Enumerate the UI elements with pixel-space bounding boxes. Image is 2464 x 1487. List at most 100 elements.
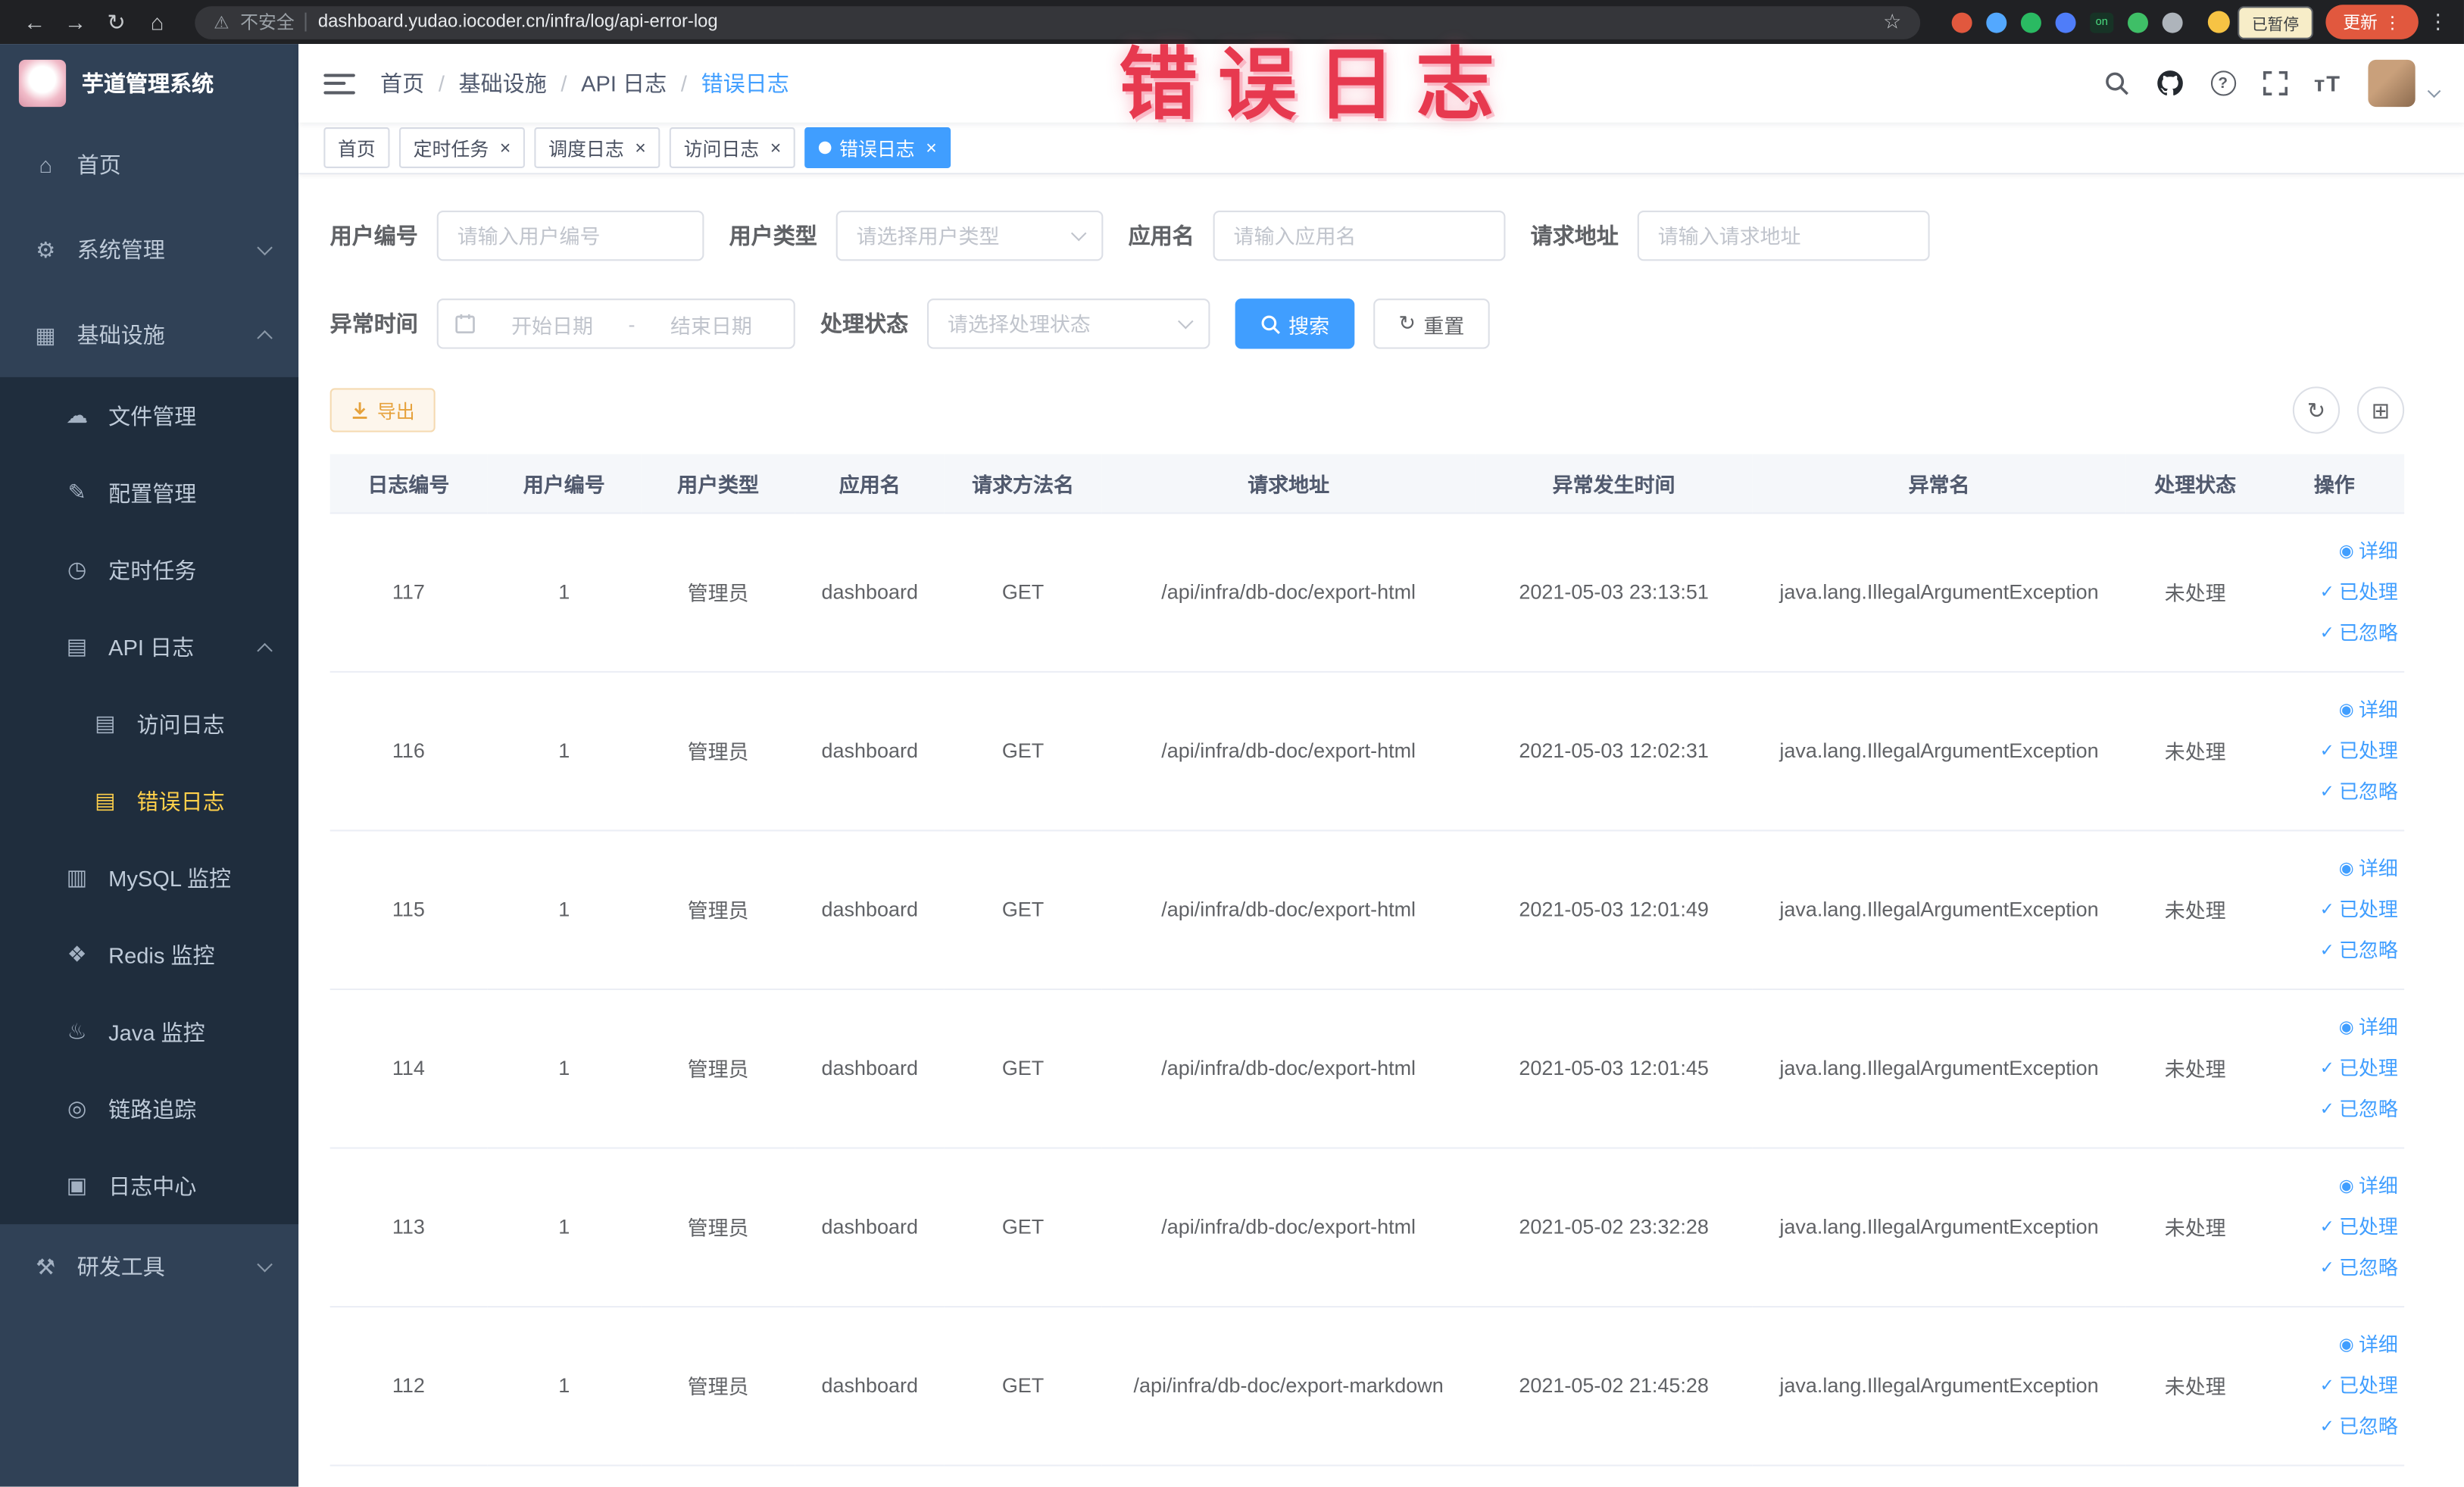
github-icon[interactable] <box>2155 69 2183 97</box>
sidebar-item-home[interactable]: ⌂ 首页 <box>0 123 298 208</box>
help-icon[interactable]: ? <box>2210 70 2236 96</box>
tab-home[interactable]: 首页 <box>323 127 390 168</box>
browser-update-button[interactable]: 更新 ⋮ <box>2325 5 2419 39</box>
cell-app-name: dashboard <box>795 512 945 672</box>
search-icon[interactable] <box>2103 70 2128 95</box>
ignored-link[interactable]: ✓ 已忽略 <box>2264 1406 2398 1447</box>
tab-schedule-log[interactable]: 调度日志 × <box>534 127 661 168</box>
search-button[interactable]: 搜索 <box>1235 298 1355 349</box>
processed-link[interactable]: ✓ 已处理 <box>2264 1206 2398 1247</box>
sidebar-item-label: 日志中心 <box>108 1173 197 1198</box>
extension-icon-2[interactable] <box>1986 11 2007 33</box>
sidebar-item-tracing[interactable]: ◎ 链路追踪 <box>0 1070 298 1148</box>
sidebar-item-system[interactable]: ⚙ 系统管理 <box>0 208 298 292</box>
tab-error-log[interactable]: 错误日志 × <box>804 127 951 168</box>
breadcrumb-home[interactable]: 首页 <box>380 67 424 98</box>
sidebar-item-error-log[interactable]: ▤ 错误日志 <box>0 762 298 839</box>
sidebar-item-config-manage[interactable]: ✎ 配置管理 <box>0 455 298 532</box>
home-icon[interactable]: ⌂ <box>139 5 176 39</box>
ignored-link[interactable]: ✓ 已忽略 <box>2264 929 2398 970</box>
reload-icon[interactable]: ↻ <box>98 5 136 39</box>
eye-icon: ◉ <box>2338 1176 2354 1195</box>
url-text[interactable]: dashboard.yudao.iocoder.cn/infra/log/api… <box>318 13 718 32</box>
breadcrumb-infra[interactable]: 基础设施 <box>459 67 547 98</box>
processed-link[interactable]: ✓ 已处理 <box>2264 889 2398 929</box>
tab-access-log[interactable]: 访问日志 × <box>669 127 795 168</box>
processed-link[interactable]: ✓ 已处理 <box>2264 730 2398 771</box>
sidebar-item-api-log[interactable]: ▤ API 日志 <box>0 608 298 686</box>
hamburger-icon[interactable] <box>323 67 355 98</box>
table-row: 116 1 管理员 dashboard GET /api/infra/db-do… <box>329 670 2405 831</box>
back-icon[interactable]: ← <box>16 5 54 39</box>
column-visibility-button[interactable]: ⊞ <box>2356 386 2405 434</box>
bookmark-star-icon[interactable]: ☆ <box>1883 9 1901 34</box>
detail-link[interactable]: ◉ 详细 <box>2264 848 2398 889</box>
extension-icon-1[interactable] <box>1951 11 1972 33</box>
search-label: 搜索 <box>1288 313 1330 338</box>
sidebar-item-file-manage[interactable]: ☁ 文件管理 <box>0 377 298 455</box>
export-button[interactable]: 导出 <box>329 388 436 433</box>
sidebar-item-label: 配置管理 <box>108 480 197 505</box>
ignored-link[interactable]: ✓ 已忽略 <box>2264 1247 2398 1288</box>
close-icon[interactable]: × <box>635 139 646 158</box>
extension-icon-5[interactable] <box>2128 11 2148 33</box>
eye-icon: ◉ <box>2338 1017 2354 1037</box>
sidebar-item-scheduled-task[interactable]: ◷ 定时任务 <box>0 531 298 608</box>
detail-link[interactable]: ◉ 详细 <box>2264 1165 2398 1206</box>
reset-button[interactable]: ↻ 重置 <box>1373 298 1490 349</box>
ignored-link[interactable]: ✓ 已忽略 <box>2264 771 2398 812</box>
ignored-link[interactable]: ✓ 已忽略 <box>2264 1089 2398 1129</box>
extension-icon-4[interactable] <box>2055 11 2076 33</box>
sidebar-item-access-log[interactable]: ▤ 访问日志 <box>0 686 298 763</box>
processed-link[interactable]: ✓ 已处理 <box>2264 1048 2398 1089</box>
cell-user-id: 1 <box>487 512 642 672</box>
breadcrumb-api-log[interactable]: API 日志 <box>581 67 667 98</box>
sidebar-item-java-monitor[interactable]: ♨ Java 监控 <box>0 993 298 1070</box>
sidebar-item-mysql-monitor[interactable]: ▥ MySQL 监控 <box>0 839 298 917</box>
detail-link[interactable]: ◉ 详细 <box>2264 1007 2398 1048</box>
end-date-placeholder[interactable]: 结束日期 <box>645 309 778 339</box>
process-status-select[interactable] <box>927 298 1210 349</box>
close-icon[interactable]: × <box>926 139 937 158</box>
forward-icon[interactable]: → <box>57 5 95 39</box>
date-range-picker[interactable]: 开始日期 - 结束日期 <box>436 298 795 349</box>
paused-extension[interactable]: 已暂停 <box>2207 5 2313 39</box>
cell-user-id: 1 <box>487 1305 642 1466</box>
fullscreen-icon[interactable] <box>2263 70 2288 95</box>
extension-icon-6[interactable] <box>2162 11 2183 33</box>
detail-link[interactable]: ◉ 详细 <box>2264 530 2398 571</box>
request-url-input[interactable] <box>1637 210 1930 261</box>
close-icon[interactable]: × <box>500 139 511 158</box>
detail-link[interactable]: ◉ 详细 <box>2264 689 2398 730</box>
breadcrumb-separator: / <box>680 70 687 96</box>
close-icon[interactable]: × <box>770 139 782 158</box>
tools-icon: ⚒ <box>36 1253 56 1279</box>
sidebar-item-label: 基础设施 <box>77 322 165 348</box>
sidebar-item-log-center[interactable]: ▣ 日志中心 <box>0 1147 298 1224</box>
user-id-input[interactable] <box>436 210 704 261</box>
security-label[interactable]: 不安全 <box>240 9 295 34</box>
sidebar: 芋道管理系统 ⌂ 首页 ⚙ 系统管理 ▦ 基础设施 ☁ 文件管理 ✎ 配置管理 … <box>0 44 299 1487</box>
browser-menu-icon[interactable]: ⋮ <box>2428 9 2448 34</box>
app-name-input[interactable] <box>1213 210 1506 261</box>
tab-scheduled-task[interactable]: 定时任务 × <box>398 127 526 168</box>
log-icon: ▤ <box>95 710 116 736</box>
sidebar-logo[interactable]: 芋道管理系统 <box>0 44 298 123</box>
sidebar-item-redis-monitor[interactable]: ❖ Redis 监控 <box>0 916 298 993</box>
start-date-placeholder[interactable]: 开始日期 <box>486 309 619 339</box>
detail-link[interactable]: ◉ 详细 <box>2264 1324 2398 1365</box>
user-type-select[interactable] <box>835 210 1104 261</box>
sidebar-item-dev-tools[interactable]: ⚒ 研发工具 <box>0 1224 298 1309</box>
processed-link[interactable]: ✓ 已处理 <box>2264 1365 2398 1406</box>
cell-log-id: 112 <box>329 1305 488 1466</box>
address-bar[interactable]: ⚠ 不安全 dashboard.yudao.iocoder.cn/infra/l… <box>195 5 1921 39</box>
extension-icon-3[interactable] <box>2020 11 2041 33</box>
user-avatar[interactable] <box>2368 59 2416 108</box>
sidebar-item-infra[interactable]: ▦ 基础设施 <box>0 292 298 377</box>
refresh-button[interactable]: ↻ <box>2292 386 2341 434</box>
ignored-link[interactable]: ✓ 已忽略 <box>2264 612 2398 653</box>
smiley-extension-icon[interactable] <box>2207 11 2230 33</box>
processed-link[interactable]: ✓ 已处理 <box>2264 571 2398 612</box>
extension-on-badge[interactable]: on <box>2090 11 2114 33</box>
font-size-icon[interactable]: тT <box>2314 70 2341 95</box>
